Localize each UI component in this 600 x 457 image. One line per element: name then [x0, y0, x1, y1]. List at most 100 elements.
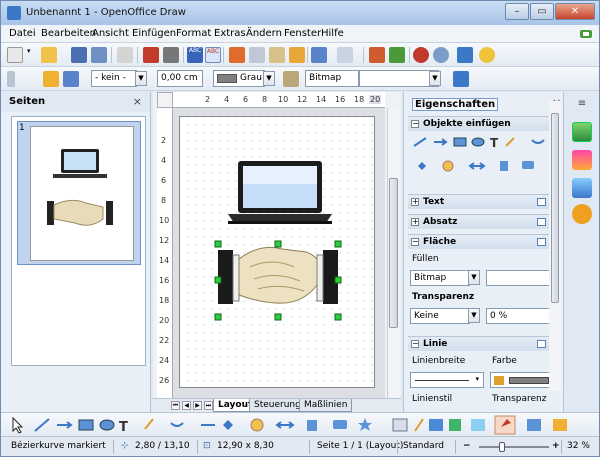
- ruler-tick: 18: [354, 95, 365, 104]
- save-icon[interactable]: [71, 47, 87, 63]
- new-document-icon[interactable]: [7, 47, 23, 63]
- cut-icon[interactable]: [229, 47, 245, 63]
- line-color-dropdown-icon[interactable]: ▼: [263, 71, 275, 86]
- vertical-ruler[interactable]: 2 4 6 8 10 12 14 16 18 20 22 24 26: [157, 108, 173, 398]
- fill-type-dropdown-icon[interactable]: ▼: [468, 270, 480, 285]
- copy-icon[interactable]: [249, 47, 265, 63]
- gallery-icon[interactable]: [457, 47, 473, 63]
- area-fill-dropdown-icon[interactable]: ▼: [429, 71, 441, 86]
- laptop-image[interactable]: [228, 161, 332, 224]
- area-fill-select[interactable]: [359, 70, 439, 87]
- tab-last-icon[interactable]: ⏭: [204, 401, 213, 410]
- properties-deck-icon[interactable]: [572, 122, 592, 142]
- fill-pattern-select[interactable]: [486, 270, 556, 286]
- menu-bar: Datei Bearbeiten Ansicht Einfügen Format…: [1, 25, 599, 43]
- menu-hilfe[interactable]: Hilfe: [321, 28, 344, 39]
- styles-deck-icon[interactable]: [572, 150, 592, 170]
- line-style-label: Linienstil: [412, 394, 453, 404]
- zoom-in-button[interactable]: +: [552, 441, 560, 451]
- export-pdf-icon[interactable]: [143, 47, 159, 63]
- email-icon[interactable]: [91, 47, 107, 63]
- line-color-select[interactable]: Grau: [213, 70, 265, 87]
- clone-format-icon[interactable]: [289, 47, 305, 63]
- show-draw-functions-icon[interactable]: [413, 47, 429, 63]
- scrollbar-thumb[interactable]: [389, 178, 398, 328]
- menu-aendern[interactable]: Ändern: [246, 28, 282, 39]
- navigator-deck-icon[interactable]: [572, 204, 592, 224]
- sidebar-scrollbar-thumb[interactable]: [551, 113, 559, 303]
- section-area[interactable]: − Fläche: [408, 234, 550, 249]
- deck-menu-icon[interactable]: ≡: [572, 98, 592, 110]
- line-style-icon[interactable]: [43, 71, 59, 87]
- insert-shape-tools[interactable]: T: [412, 136, 552, 182]
- minimize-button[interactable]: –: [505, 3, 529, 20]
- spreadsheet-icon[interactable]: [389, 47, 405, 63]
- transparency-percent-field[interactable]: 0 %: [486, 308, 556, 324]
- area-fill-bucket-icon[interactable]: [283, 71, 299, 87]
- ruler-tick: 14: [159, 256, 170, 265]
- edit-file-icon[interactable]: [117, 47, 133, 63]
- ruler-tick: 12: [297, 95, 308, 104]
- line-style-select[interactable]: - kein -: [91, 70, 137, 87]
- tab-first-icon[interactable]: ⏮: [171, 401, 180, 410]
- tab-prev-icon[interactable]: ◀: [182, 401, 191, 410]
- line-width-select[interactable]: ▾: [410, 372, 484, 388]
- zoom-slider[interactable]: [479, 446, 549, 448]
- drawing-canvas[interactable]: [173, 108, 385, 398]
- pages-list: 1: [11, 116, 146, 366]
- spellcheck-icon[interactable]: ABC: [187, 47, 203, 63]
- tab-steuerung[interactable]: Steuerung: [249, 399, 306, 412]
- pages-panel-close-icon[interactable]: ×: [133, 95, 142, 108]
- menu-datei[interactable]: Datei: [9, 28, 36, 39]
- menu-bearbeiten[interactable]: Bearbeiten: [41, 28, 96, 39]
- status-page: Seite 1 / 1 (Layout): [317, 441, 404, 451]
- open-folder-icon[interactable]: [41, 47, 57, 63]
- transparency-select[interactable]: Keine: [410, 308, 470, 324]
- page-content: [214, 161, 342, 321]
- redo-icon[interactable]: [337, 47, 353, 63]
- line-style-dropdown-icon[interactable]: ▼: [135, 71, 147, 86]
- close-button[interactable]: ✕: [555, 3, 595, 20]
- section-line[interactable]: − Linie: [408, 336, 550, 351]
- maximize-button[interactable]: ▭: [530, 3, 554, 20]
- tab-masslinien[interactable]: Maßlinien: [299, 399, 353, 412]
- drawing-tools[interactable]: T: [1, 413, 599, 437]
- help-icon[interactable]: [479, 47, 495, 63]
- print-icon[interactable]: [163, 47, 179, 63]
- size-icon: ⊡: [203, 441, 211, 451]
- line-fill-toolbar: - kein - ▼ 0,00 cm Grau ▼ Bitmap ▼: [1, 67, 599, 91]
- zoom-slider-knob[interactable]: [499, 442, 506, 452]
- menu-format[interactable]: Format: [176, 28, 211, 39]
- navigator-icon[interactable]: [433, 47, 449, 63]
- section-text[interactable]: + Text: [408, 194, 550, 209]
- line-color-picker[interactable]: [490, 372, 556, 388]
- transparency-dropdown-icon[interactable]: ▼: [468, 308, 480, 323]
- menu-fenster[interactable]: Fenster: [284, 28, 321, 39]
- menu-ansicht[interactable]: Ansicht: [92, 28, 129, 39]
- tab-next-icon[interactable]: ▶: [193, 401, 202, 410]
- area-style-select[interactable]: Bitmap: [305, 70, 359, 87]
- close-document-icon[interactable]: [579, 27, 593, 41]
- handshake-image[interactable]: [218, 246, 338, 304]
- section-insert-objects[interactable]: − Objekte einfügen: [408, 116, 550, 131]
- drawing-page: [179, 116, 375, 388]
- menu-einfuegen[interactable]: Einfügen: [132, 28, 176, 39]
- gallery-deck-icon[interactable]: [572, 178, 592, 198]
- chart-icon[interactable]: [369, 47, 385, 63]
- fill-type-select[interactable]: Bitmap: [410, 270, 470, 286]
- shadow-icon[interactable]: [453, 71, 469, 87]
- toolbar-grip-icon: [7, 71, 15, 87]
- arrow-style-icon[interactable]: [63, 71, 79, 87]
- auto-spellcheck-icon[interactable]: ABC: [205, 47, 221, 63]
- new-dropdown-icon[interactable]: ▾: [27, 47, 35, 63]
- page-thumbnail-1[interactable]: 1: [17, 121, 141, 265]
- paste-icon[interactable]: [269, 47, 285, 63]
- section-paragraph[interactable]: + Absatz: [408, 214, 550, 229]
- sidebar-scrollbar[interactable]: [549, 101, 561, 391]
- vertical-scrollbar[interactable]: [387, 108, 399, 398]
- horizontal-ruler[interactable]: 2 4 6 8 10 12 14 16 18 20: [173, 92, 385, 108]
- zoom-out-button[interactable]: −: [463, 441, 471, 451]
- line-width-field[interactable]: 0,00 cm: [157, 70, 203, 87]
- undo-icon[interactable]: [311, 47, 327, 63]
- menu-extras[interactable]: Extras: [214, 28, 246, 39]
